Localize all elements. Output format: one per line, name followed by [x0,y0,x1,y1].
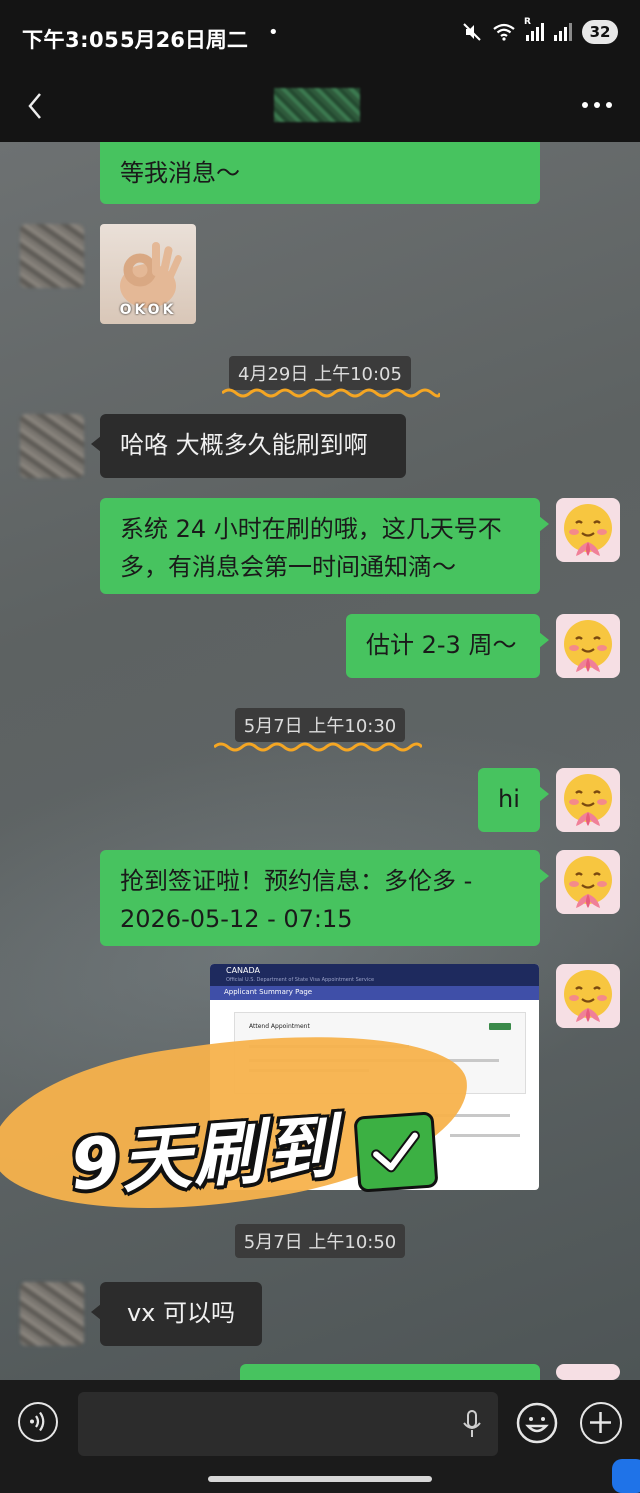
chat-header [0,72,640,142]
status-bar: 下午3:05 5月26日周二 • R 32 [0,0,640,72]
message-text: 等我消息〜 [120,159,240,187]
signal-icon-2 [554,23,572,41]
plus-icon[interactable] [580,1402,622,1444]
timestamp: 5月7日 上午10:50 [0,1224,640,1258]
my-avatar[interactable] [556,498,620,562]
message-bubble[interactable]: hi [478,768,549,832]
my-avatar[interactable] [556,850,620,914]
message-bubble[interactable]: 哈咯 大概多久能刷到啊 [91,414,406,478]
message-bubble[interactable]: 抢到签证啦！预约信息：多伦多 - 2026-05-12 - 07:15 [100,850,549,946]
message-text: 估计 2-3 周〜 [366,631,517,659]
screenshot-title-bar: Applicant Summary Page [210,986,539,1000]
floating-app-icon[interactable] [612,1459,640,1493]
message-text: vx 可以吗 [126,1299,236,1327]
message-text: 哈咯 大概多久能刷到啊 [120,431,368,459]
emoji-icon[interactable] [516,1402,558,1444]
message-bubble[interactable]: 估计 2-3 周〜 [346,614,549,678]
screenshot-subtitle: Official U.S. Department of State Visa A… [226,977,375,983]
screenshot-brand: CANADA [226,966,261,975]
squiggle-underline [222,388,440,398]
message-input[interactable] [78,1392,498,1456]
voice-mode-icon[interactable] [18,1402,58,1442]
message-bubble[interactable]: 系统 24 小时在刷的哦，这几天号不多，有消息会第一时间通知滴〜 [100,498,549,594]
message-text: 系统 24 小时在刷的哦，这几天号不多，有消息会第一时间通知滴〜 [120,515,502,581]
timestamp-label: 4月29日 上午10:05 [229,356,411,390]
message-text: 抢到签证啦！预约信息：多伦多 - 2026-05-12 - 07:15 [120,867,473,933]
message-text: hi [498,785,520,813]
check-mark-icon [353,1111,439,1193]
status-icons: R 32 [462,17,618,44]
overlay-caption: 9天刷到 [67,1105,340,1207]
signal-icon: R [524,17,544,41]
screenshot-header: CANADA Official U.S. Department of State… [210,964,539,986]
contact-avatar[interactable] [20,224,84,288]
message-bubble-partial[interactable] [240,1364,540,1380]
timestamp-label: 5月7日 上午10:50 [234,1224,406,1258]
squiggle-underline [214,742,422,752]
smiling-face-icon [564,504,612,556]
screenshot-title: Applicant Summary Page [224,988,313,996]
microphone-icon[interactable] [462,1410,482,1438]
status-dot: • [268,22,279,43]
battery-icon: 32 [582,20,618,44]
network-label: R [524,17,531,27]
my-avatar[interactable] [556,964,620,1028]
screenshot-card-title: Attend Appointment [249,1023,310,1030]
ok-sticker[interactable]: OKOK [100,224,196,324]
timestamp: 5月7日 上午10:30 [0,708,640,742]
smiling-face-icon [564,774,612,826]
my-avatar[interactable] [556,1364,620,1380]
smiling-face-icon [564,620,612,672]
status-time: 下午3:05 [22,28,120,52]
my-avatar[interactable] [556,614,620,678]
my-avatar[interactable] [556,768,620,832]
timestamp: 4月29日 上午10:05 [0,356,640,390]
wifi-icon [493,23,515,41]
mute-icon [463,23,481,41]
sticker-caption: OKOK [119,302,177,318]
timestamp-label: 5月7日 上午10:30 [234,708,406,742]
home-indicator[interactable] [208,1476,432,1482]
screenshot-confirm-badge [489,1023,511,1030]
more-dots-icon[interactable] [582,102,612,108]
smiling-face-icon [564,856,612,908]
contact-name-redacted[interactable] [274,88,360,122]
message-bubble[interactable]: vx 可以吗 [91,1282,262,1346]
input-bar [0,1380,640,1493]
message-bubble[interactable]: 等我消息〜 [100,142,540,204]
contact-avatar[interactable] [20,1282,84,1346]
chevron-left-icon[interactable] [20,88,56,124]
smiling-face-icon [564,970,612,1022]
status-date: 5月26日周二 [120,28,248,52]
contact-avatar[interactable] [20,414,84,478]
chat-area[interactable]: 等我消息〜 OKOK 4月29日 上午10:05 哈咯 大概多久能刷到啊 系统 … [0,142,640,1380]
